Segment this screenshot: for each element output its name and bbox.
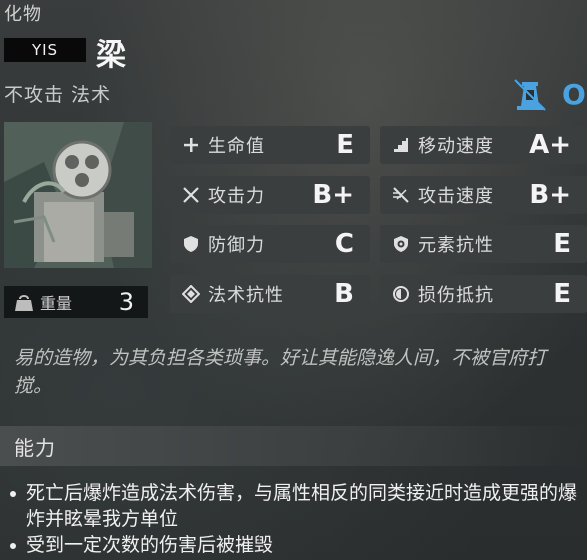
abilities-header: 能力 — [0, 426, 587, 466]
stat-grade: B+ — [529, 180, 571, 210]
enemy-portrait — [4, 122, 152, 268]
stat-grade: B+ — [312, 180, 354, 210]
weight-label: 重量 — [40, 294, 73, 313]
shield-icon — [184, 236, 198, 252]
stat-elemental-res: 元素抗性 E — [380, 225, 587, 263]
diamond-icon — [182, 285, 200, 303]
ability-item: 死亡后爆炸造成法术伤害，与属性相反的同类接近时造成更强的爆炸并眩晕我方单位 — [8, 480, 580, 532]
enemy-code-text: YIS — [31, 41, 59, 59]
stat-attack: 攻击力 B+ — [170, 176, 370, 214]
stat-defense: 防御力 C — [170, 225, 370, 263]
enemy-code-tag: YIS — [4, 38, 86, 62]
stat-label: 法术抗性 — [208, 285, 284, 306]
stat-grade: E — [553, 229, 571, 259]
stairs-icon — [394, 138, 408, 152]
stat-hp: 生命值 E — [170, 126, 370, 164]
enemy-info-panel: 化物 YIS 梁 不攻击 法术 O 重量 3 生命值 E 移动速度 A+ 攻击力… — [0, 0, 587, 560]
ring-icon — [393, 286, 409, 302]
stat-damage-res: 损伤抵抗 E — [380, 275, 587, 313]
element-shield-icon — [394, 236, 408, 252]
stat-label: 攻击力 — [208, 186, 265, 207]
weight-icon — [15, 295, 33, 311]
stat-label: 生命值 — [208, 136, 265, 157]
stat-grade: B — [334, 279, 354, 309]
weight-box: 重量 3 — [4, 286, 148, 318]
stat-move-speed: 移动速度 A+ — [380, 126, 587, 164]
rank-tower-icon — [514, 79, 546, 111]
stat-grade: A+ — [529, 130, 571, 160]
enemy-category: 化物 — [4, 4, 42, 25]
ability-item: 受到一定次数的伤害后被摧毁 — [8, 532, 580, 558]
weight-value: 3 — [118, 288, 134, 316]
abilities-title: 能力 — [14, 435, 56, 460]
abilities-list: 死亡后爆炸造成法术伤害，与属性相反的同类接近时造成更强的爆炸并眩晕我方单位 受到… — [8, 480, 580, 558]
plus-icon — [184, 138, 198, 152]
stat-grade: E — [336, 130, 354, 160]
enemy-portrait-art — [4, 122, 152, 268]
stat-arts-res: 法术抗性 B — [170, 275, 370, 313]
enemy-name: 梁 — [96, 38, 126, 73]
stat-label: 元素抗性 — [418, 235, 494, 256]
speed-swords-icon — [393, 187, 409, 203]
stat-label: 攻击速度 — [418, 186, 494, 207]
enemy-traits: 不攻击 法术 — [4, 84, 112, 106]
enemy-rank-label: O — [562, 78, 586, 111]
stat-label: 损伤抵抗 — [418, 285, 494, 306]
crossed-swords-icon — [183, 187, 199, 203]
stat-label: 移动速度 — [418, 136, 494, 157]
stat-attack-speed: 攻击速度 B+ — [380, 176, 587, 214]
stat-label: 防御力 — [208, 235, 265, 256]
stat-grade: C — [334, 229, 354, 259]
stat-grade: E — [553, 279, 571, 309]
enemy-description: 易的造物，为其负担各类琐事。好让其能隐逸人间，不被官府打搅。 — [14, 347, 547, 397]
